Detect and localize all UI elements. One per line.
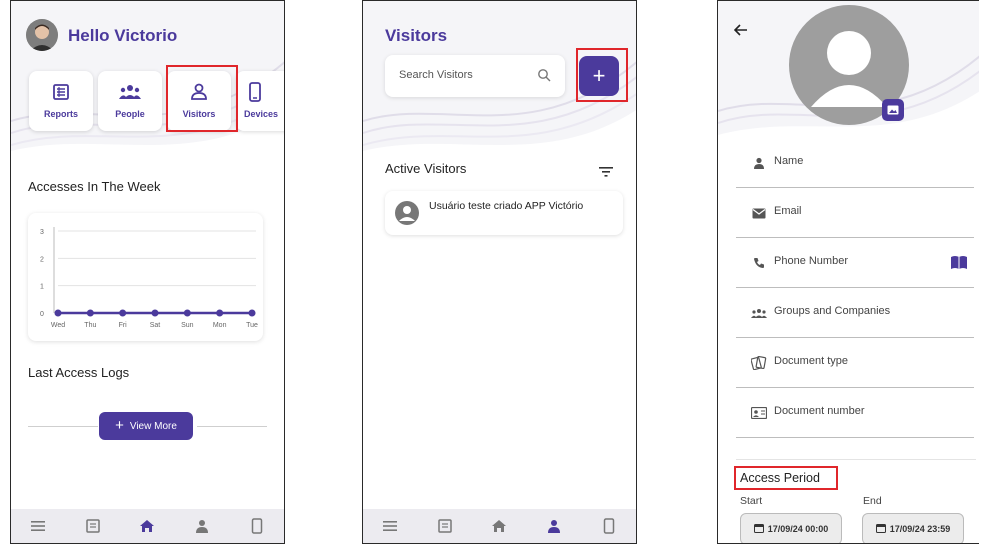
groups-companies-field[interactable]: Groups and Companies [736, 287, 974, 338]
view-more-label: View More [129, 420, 177, 432]
divider [736, 459, 976, 460]
y-tick-label: 2 [40, 256, 44, 263]
highlight-box [166, 65, 238, 132]
name-field[interactable]: Name [736, 137, 974, 188]
field-label: Document number [774, 405, 865, 417]
calendar-icon [753, 523, 764, 535]
y-tick-label: 3 [40, 229, 44, 236]
search-placeholder: Search Visitors [399, 69, 473, 81]
tile-devices[interactable]: Devices [236, 71, 284, 131]
menu-icon[interactable] [28, 516, 48, 536]
start-label: Start [740, 495, 763, 507]
x-tick-label: Thu [84, 322, 96, 329]
phone-icon [750, 255, 768, 271]
accesses-chart: 0 1 2 3 Wed Thu Fri Sat Sun Mon Tue [28, 213, 263, 341]
email-icon [750, 205, 768, 221]
highlight-box [576, 48, 628, 102]
tile-label: Reports [43, 109, 78, 119]
filter-icon[interactable] [599, 164, 613, 182]
field-label: Phone Number [774, 255, 848, 267]
start-date-value: 17/09/24 00:00 [767, 524, 829, 534]
x-tick-label: Mon [213, 322, 227, 329]
field-label: Groups and Companies [774, 305, 891, 317]
x-tick-label: Sun [181, 322, 194, 329]
end-date-value: 17/09/24 23:59 [889, 524, 951, 534]
highlight-box [734, 466, 838, 490]
data-point [86, 309, 94, 317]
y-tick-label: 1 [40, 284, 44, 291]
visitor-name: Usuário teste criado APP Victório [429, 200, 584, 212]
tile-label: People [115, 109, 145, 119]
page-title: Visitors [385, 26, 448, 45]
field-label: Email [774, 205, 802, 217]
end-date-button[interactable]: 17/09/24 23:59 [862, 513, 964, 543]
back-arrow-icon[interactable] [733, 23, 748, 41]
last-logs-title: Last Access Logs [28, 365, 130, 380]
x-tick-label: Sat [150, 322, 161, 329]
people-icon [98, 81, 162, 103]
bottom-nav [11, 509, 284, 543]
field-label: Name [774, 155, 804, 167]
data-point [54, 309, 62, 317]
accesses-title: Accesses In The Week [28, 179, 161, 194]
home-icon[interactable] [489, 516, 509, 536]
y-tick-label: 0 [40, 311, 44, 318]
device-icon[interactable] [247, 516, 267, 536]
data-point [119, 309, 127, 317]
data-point [248, 309, 256, 317]
reports-icon[interactable] [435, 516, 455, 536]
search-input[interactable]: Search Visitors [385, 55, 565, 97]
data-point [216, 309, 224, 317]
x-tick-label: Fri [119, 322, 128, 329]
greeting-title: Hello Victorio [68, 26, 178, 45]
tile-label: Devices [244, 109, 279, 119]
data-point [183, 309, 191, 317]
search-icon [537, 68, 551, 87]
person-icon[interactable] [544, 516, 564, 536]
view-more-button[interactable]: + View More [99, 412, 193, 440]
person-icon [750, 155, 768, 171]
id-card-icon [750, 405, 768, 421]
contacts-book-icon[interactable] [950, 255, 968, 275]
bottom-nav [363, 509, 636, 543]
menu-icon[interactable] [380, 516, 400, 536]
device-icon[interactable] [599, 516, 619, 536]
email-field[interactable]: Email [736, 187, 974, 238]
visitors-screen: Visitors Search Visitors + Active Visito… [362, 0, 637, 544]
groups-icon [750, 305, 768, 321]
phone-number-field[interactable]: Phone Number [736, 237, 974, 288]
tile-people[interactable]: People [98, 71, 162, 131]
calendar-icon [875, 523, 886, 535]
divider [28, 426, 98, 427]
visitor-form-screen: Name Email Phone Number Groups and Compa… [717, 0, 979, 544]
home-icon[interactable] [137, 516, 157, 536]
data-point [151, 309, 159, 317]
reports-icon[interactable] [83, 516, 103, 536]
plus-icon: + [115, 417, 124, 434]
active-visitors-title: Active Visitors [385, 161, 467, 176]
tile-reports[interactable]: Reports [29, 71, 93, 131]
divider [197, 426, 267, 427]
reports-icon [29, 81, 93, 103]
field-label: Document type [774, 355, 848, 367]
image-icon[interactable] [882, 99, 904, 121]
document-type-field[interactable]: Document type [736, 337, 974, 388]
person-icon[interactable] [192, 516, 212, 536]
x-tick-label: Wed [51, 322, 65, 329]
home-screen: Hello Victorio Reports People Visitors D… [10, 0, 285, 544]
start-date-button[interactable]: 17/09/24 00:00 [740, 513, 842, 543]
avatar[interactable] [26, 19, 58, 51]
document-type-icon [750, 355, 768, 371]
end-label: End [863, 495, 882, 507]
list-item[interactable]: Usuário teste criado APP Victório [385, 191, 623, 235]
avatar-icon [395, 201, 419, 230]
x-tick-label: Tue [246, 322, 258, 329]
chart-svg: 0 1 2 3 Wed Thu Fri Sat Sun Mon Tue [40, 227, 258, 329]
document-number-field[interactable]: Document number [736, 387, 974, 438]
device-icon [236, 81, 284, 103]
